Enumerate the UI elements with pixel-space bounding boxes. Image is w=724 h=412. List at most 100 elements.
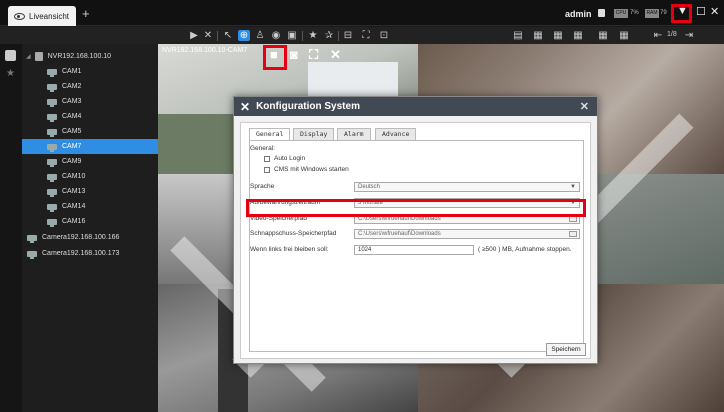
play-icon[interactable]: ▶ <box>188 30 200 41</box>
screen-icon[interactable]: ⊡ <box>378 30 390 41</box>
tree-item-cam14[interactable]: CAM14 <box>22 199 158 214</box>
ram-icon: RAM <box>645 9 659 18</box>
tree-item-label: NVR192.168.100.10 <box>47 53 112 60</box>
save-button[interactable]: Speichern <box>546 343 586 356</box>
sprache-value: Deutsch <box>358 184 381 190</box>
tab-alarm[interactable]: Alarm <box>337 128 371 140</box>
toolbar-divider <box>302 31 303 41</box>
auto-login-label: Auto Login <box>274 155 306 162</box>
general-settings: General: Auto Login CMS mit Windows star… <box>249 140 584 352</box>
layout-custom-icon[interactable]: ▦ <box>597 30 609 41</box>
add-tab-button[interactable]: + <box>82 6 90 21</box>
tree-item-cam5[interactable]: CAM5 <box>22 124 158 139</box>
tree-item-cam3[interactable]: CAM3 <box>22 94 158 109</box>
camera-icon <box>47 203 57 212</box>
snapshot-path-field[interactable]: C:\Users\wfruehauf\Downloads <box>354 229 580 239</box>
camera-icon <box>47 218 57 227</box>
tree-item-label: CAM14 <box>62 203 86 210</box>
cpu-icon: CPU <box>614 9 628 18</box>
highlight-box-video-path <box>246 199 586 217</box>
sprache-select[interactable]: Deutsch ▼ <box>354 182 580 192</box>
tab-advance[interactable]: Advance <box>375 128 417 140</box>
zoom-icon[interactable]: ⊕ <box>238 30 250 41</box>
tab-liveansicht[interactable]: Liveansicht <box>8 6 76 26</box>
tree-item-label: Camera192.168.100.166 <box>42 234 120 241</box>
eye-icon <box>14 12 25 20</box>
config-dialog: ✕ Konfiguration System ✕ General Display… <box>233 96 598 364</box>
snapshot-icon[interactable]: ◙ <box>290 47 298 62</box>
highlight-box-minimize <box>671 4 692 23</box>
dialog-title-bar[interactable]: ✕ Konfiguration System ✕ <box>234 97 597 116</box>
view-icon[interactable]: ◉ <box>270 30 282 41</box>
tree-item-label: CAM2 <box>62 83 82 90</box>
tree-item-label: CAM7 <box>62 143 82 150</box>
close-button[interactable]: ✕ <box>710 5 719 18</box>
fullscreen-icon[interactable]: ⛶ <box>360 30 372 41</box>
fullscreen-icon[interactable]: ⛶ <box>309 47 318 63</box>
layout-1-icon[interactable]: ▤ <box>512 30 524 41</box>
free-space-input[interactable]: 1024 <box>354 245 474 255</box>
collapse-icon[interactable]: ◢ <box>26 53 31 60</box>
user-search-icon[interactable]: ♙ <box>254 30 266 41</box>
browse-folder-icon[interactable] <box>569 231 577 237</box>
camera-icon <box>47 158 57 167</box>
cms-start-checkbox[interactable] <box>264 167 270 173</box>
page-indicator: 1/8 <box>667 31 677 38</box>
dialog-title: Konfiguration System <box>256 101 360 112</box>
close-video-icon[interactable]: ✕ <box>330 47 341 63</box>
previous-page-icon[interactable]: ⇤ <box>652 30 664 41</box>
pointer-icon[interactable]: ↖ <box>222 30 234 41</box>
tab-display[interactable]: Display <box>293 128 335 140</box>
camera-icon <box>47 83 57 92</box>
layout-4-icon[interactable]: ▦ <box>532 30 544 41</box>
camera-icon <box>47 143 57 152</box>
snapshot-path-value: C:\Users\wfruehauf\Downloads <box>358 231 441 237</box>
tree-item-camera-173[interactable]: Camera192.168.100.173 <box>22 246 158 261</box>
tree-item-label: CAM9 <box>62 158 82 165</box>
auto-login-checkbox[interactable] <box>264 156 270 162</box>
highlight-box-record <box>263 45 287 70</box>
camera-icon <box>47 173 57 182</box>
user-name: admin <box>565 9 592 19</box>
favorite-icon[interactable]: ★ <box>307 30 319 41</box>
tree-item-cam16[interactable]: CAM16 <box>22 214 158 229</box>
layout-9-icon[interactable]: ▦ <box>552 30 564 41</box>
ram-usage: 79 <box>660 10 667 16</box>
tree-item-label: CAM16 <box>62 218 86 225</box>
camera-icon <box>47 113 57 122</box>
next-page-icon[interactable]: ⇥ <box>683 30 695 41</box>
tree-item-cam7[interactable]: CAM7 <box>22 139 158 154</box>
image-icon[interactable]: ▣ <box>286 30 298 41</box>
toolbar-divider <box>217 31 218 41</box>
sprache-label: Sprache <box>250 183 275 190</box>
layout-16-icon[interactable]: ▦ <box>572 30 584 41</box>
tree-item-cam2[interactable]: CAM2 <box>22 79 158 94</box>
close-all-icon[interactable]: ✕ <box>202 30 214 41</box>
tree-item-label: CAM5 <box>62 128 82 135</box>
tree-item-nvr[interactable]: ◢ NVR192.168.100.10 <box>22 49 158 64</box>
tree-item-label: CAM13 <box>62 188 86 195</box>
tree-item-cam1[interactable]: CAM1 <box>22 64 158 79</box>
add-favorite-icon[interactable]: ✰ <box>323 30 335 41</box>
tree-item-cam10[interactable]: CAM10 <box>22 169 158 184</box>
tree-item-cam4[interactable]: CAM4 <box>22 109 158 124</box>
tree-item-label: Camera192.168.100.173 <box>42 250 120 257</box>
lock-icon[interactable] <box>598 9 605 17</box>
camera-icon <box>27 234 37 243</box>
camera-icon <box>47 188 57 197</box>
toolbar-divider <box>338 31 339 41</box>
tree-item-cam9[interactable]: CAM9 <box>22 154 158 169</box>
nvr-icon <box>34 52 43 61</box>
camera-icon <box>47 68 57 77</box>
favorites-icon[interactable]: ★ <box>6 68 15 79</box>
maximize-button[interactable]: ☐ <box>696 5 706 18</box>
tree-item-cam13[interactable]: CAM13 <box>22 184 158 199</box>
camera-icon <box>27 250 37 259</box>
section-label: General: <box>250 145 275 152</box>
cms-start-label: CMS mit Windows starten <box>274 166 349 173</box>
device-tree-icon[interactable] <box>5 50 16 61</box>
dialog-close-button[interactable]: ✕ <box>580 100 589 113</box>
layout-icon[interactable]: ⊟ <box>342 30 354 41</box>
tree-item-camera-166[interactable]: Camera192.168.100.166 <box>22 230 158 245</box>
layout-more-icon[interactable]: ▦ <box>618 30 630 41</box>
